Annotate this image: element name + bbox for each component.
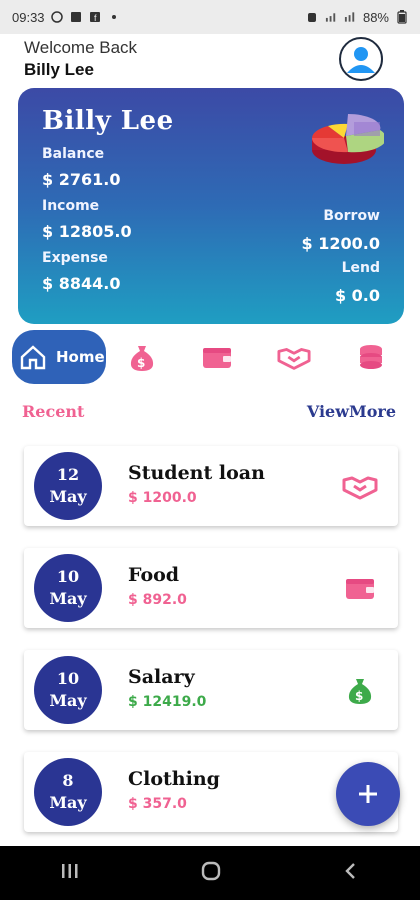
lend-label: Lend	[341, 260, 380, 276]
transaction-card[interactable]: 10 May Salary $ 12419.0 $	[24, 650, 398, 730]
transaction-amount: $ 12419.0	[128, 694, 207, 710]
balance-label: Balance	[42, 146, 105, 162]
facebook-icon: f	[89, 11, 102, 24]
recent-label: Recent	[22, 402, 85, 421]
status-right: 88%	[306, 10, 408, 25]
date-month: May	[49, 487, 87, 506]
date-day: 8	[62, 771, 74, 790]
wifi-signal-icon	[344, 11, 357, 24]
expense-value: $ 8844.0	[42, 274, 121, 293]
recents-icon	[62, 864, 78, 878]
transaction-title: Student loan	[128, 462, 265, 484]
status-bar: 09:33 f 88%	[0, 0, 420, 34]
tab-lend[interactable]	[354, 340, 388, 374]
battery-percent: 88%	[362, 9, 389, 25]
borrow-value: $ 1200.0	[301, 234, 380, 253]
date-month: May	[49, 691, 87, 710]
date-day: 10	[56, 567, 80, 586]
home-circle-icon	[201, 861, 221, 881]
income-value: $ 12805.0	[42, 222, 132, 241]
handshake-icon	[342, 468, 378, 504]
transaction-amount: $ 357.0	[128, 796, 187, 812]
avatar[interactable]	[339, 37, 383, 81]
svg-text:$: $	[137, 356, 145, 370]
transaction-amount: $ 1200.0	[128, 490, 197, 506]
transaction-card[interactable]: 10 May Food $ 892.0	[24, 548, 398, 628]
date-month: May	[49, 793, 87, 812]
date-day: 10	[56, 669, 80, 688]
tab-home-label: Home	[56, 348, 105, 366]
expense-label: Expense	[42, 250, 108, 266]
balance-value: $ 2761.0	[42, 170, 121, 189]
whatsapp-icon	[51, 11, 64, 24]
coins-icon	[360, 345, 382, 369]
lend-value: $ 0.0	[334, 286, 380, 305]
date-badge: 10 May	[34, 554, 102, 622]
transaction-title: Food	[128, 564, 180, 586]
status-time: 09:33	[12, 9, 45, 25]
tab-borrow[interactable]	[277, 340, 311, 374]
transaction-card[interactable]: 12 May Student loan $ 1200.0	[24, 446, 398, 526]
date-badge: 12 May	[34, 452, 102, 520]
date-badge: 8 May	[34, 758, 102, 826]
transaction-amount: $ 892.0	[128, 592, 187, 608]
header: Welcome Back Billy Lee	[24, 38, 137, 80]
money-bag-icon: $	[130, 346, 154, 371]
income-label: Income	[42, 198, 100, 214]
wallet-icon	[203, 348, 231, 368]
alarm-icon	[306, 11, 319, 24]
svg-text:$: $	[355, 689, 363, 703]
home-icon	[20, 345, 46, 370]
tab-home[interactable]: Home	[12, 330, 106, 384]
bottom-tabs: Home $	[0, 330, 420, 386]
money-bag-icon: $	[342, 672, 378, 708]
image-icon	[70, 11, 83, 24]
username: Billy Lee	[24, 60, 94, 79]
back-button[interactable]	[341, 861, 361, 885]
transaction-title: Clothing	[128, 768, 220, 790]
date-badge: 10 May	[34, 656, 102, 724]
add-transaction-button[interactable]	[336, 762, 400, 826]
signal-icon	[325, 11, 338, 24]
view-more-link[interactable]: ViewMore	[307, 402, 396, 421]
user-avatar-icon	[342, 40, 380, 78]
status-left: 09:33 f	[12, 10, 121, 25]
date-month: May	[49, 589, 87, 608]
handshake-icon	[277, 348, 311, 370]
date-day: 12	[56, 465, 80, 484]
recents-button[interactable]	[59, 861, 81, 885]
card-name: Billy Lee	[42, 106, 174, 136]
wallet-icon	[342, 570, 378, 606]
back-icon	[344, 863, 355, 879]
dot-icon	[108, 11, 121, 24]
summary-card: Billy Lee Balance $ 2761.0 Income $ 1280…	[18, 88, 404, 324]
tab-income[interactable]: $	[125, 340, 159, 374]
home-nav-button[interactable]	[200, 860, 222, 886]
tab-expense[interactable]	[200, 340, 234, 374]
borrow-label: Borrow	[323, 208, 380, 224]
battery-icon	[395, 10, 408, 24]
system-nav-bar	[0, 846, 420, 900]
transaction-title: Salary	[128, 666, 195, 688]
welcome-text: Welcome Back	[24, 38, 138, 57]
plus-icon	[359, 785, 377, 803]
pie-chart-icon	[311, 113, 384, 164]
